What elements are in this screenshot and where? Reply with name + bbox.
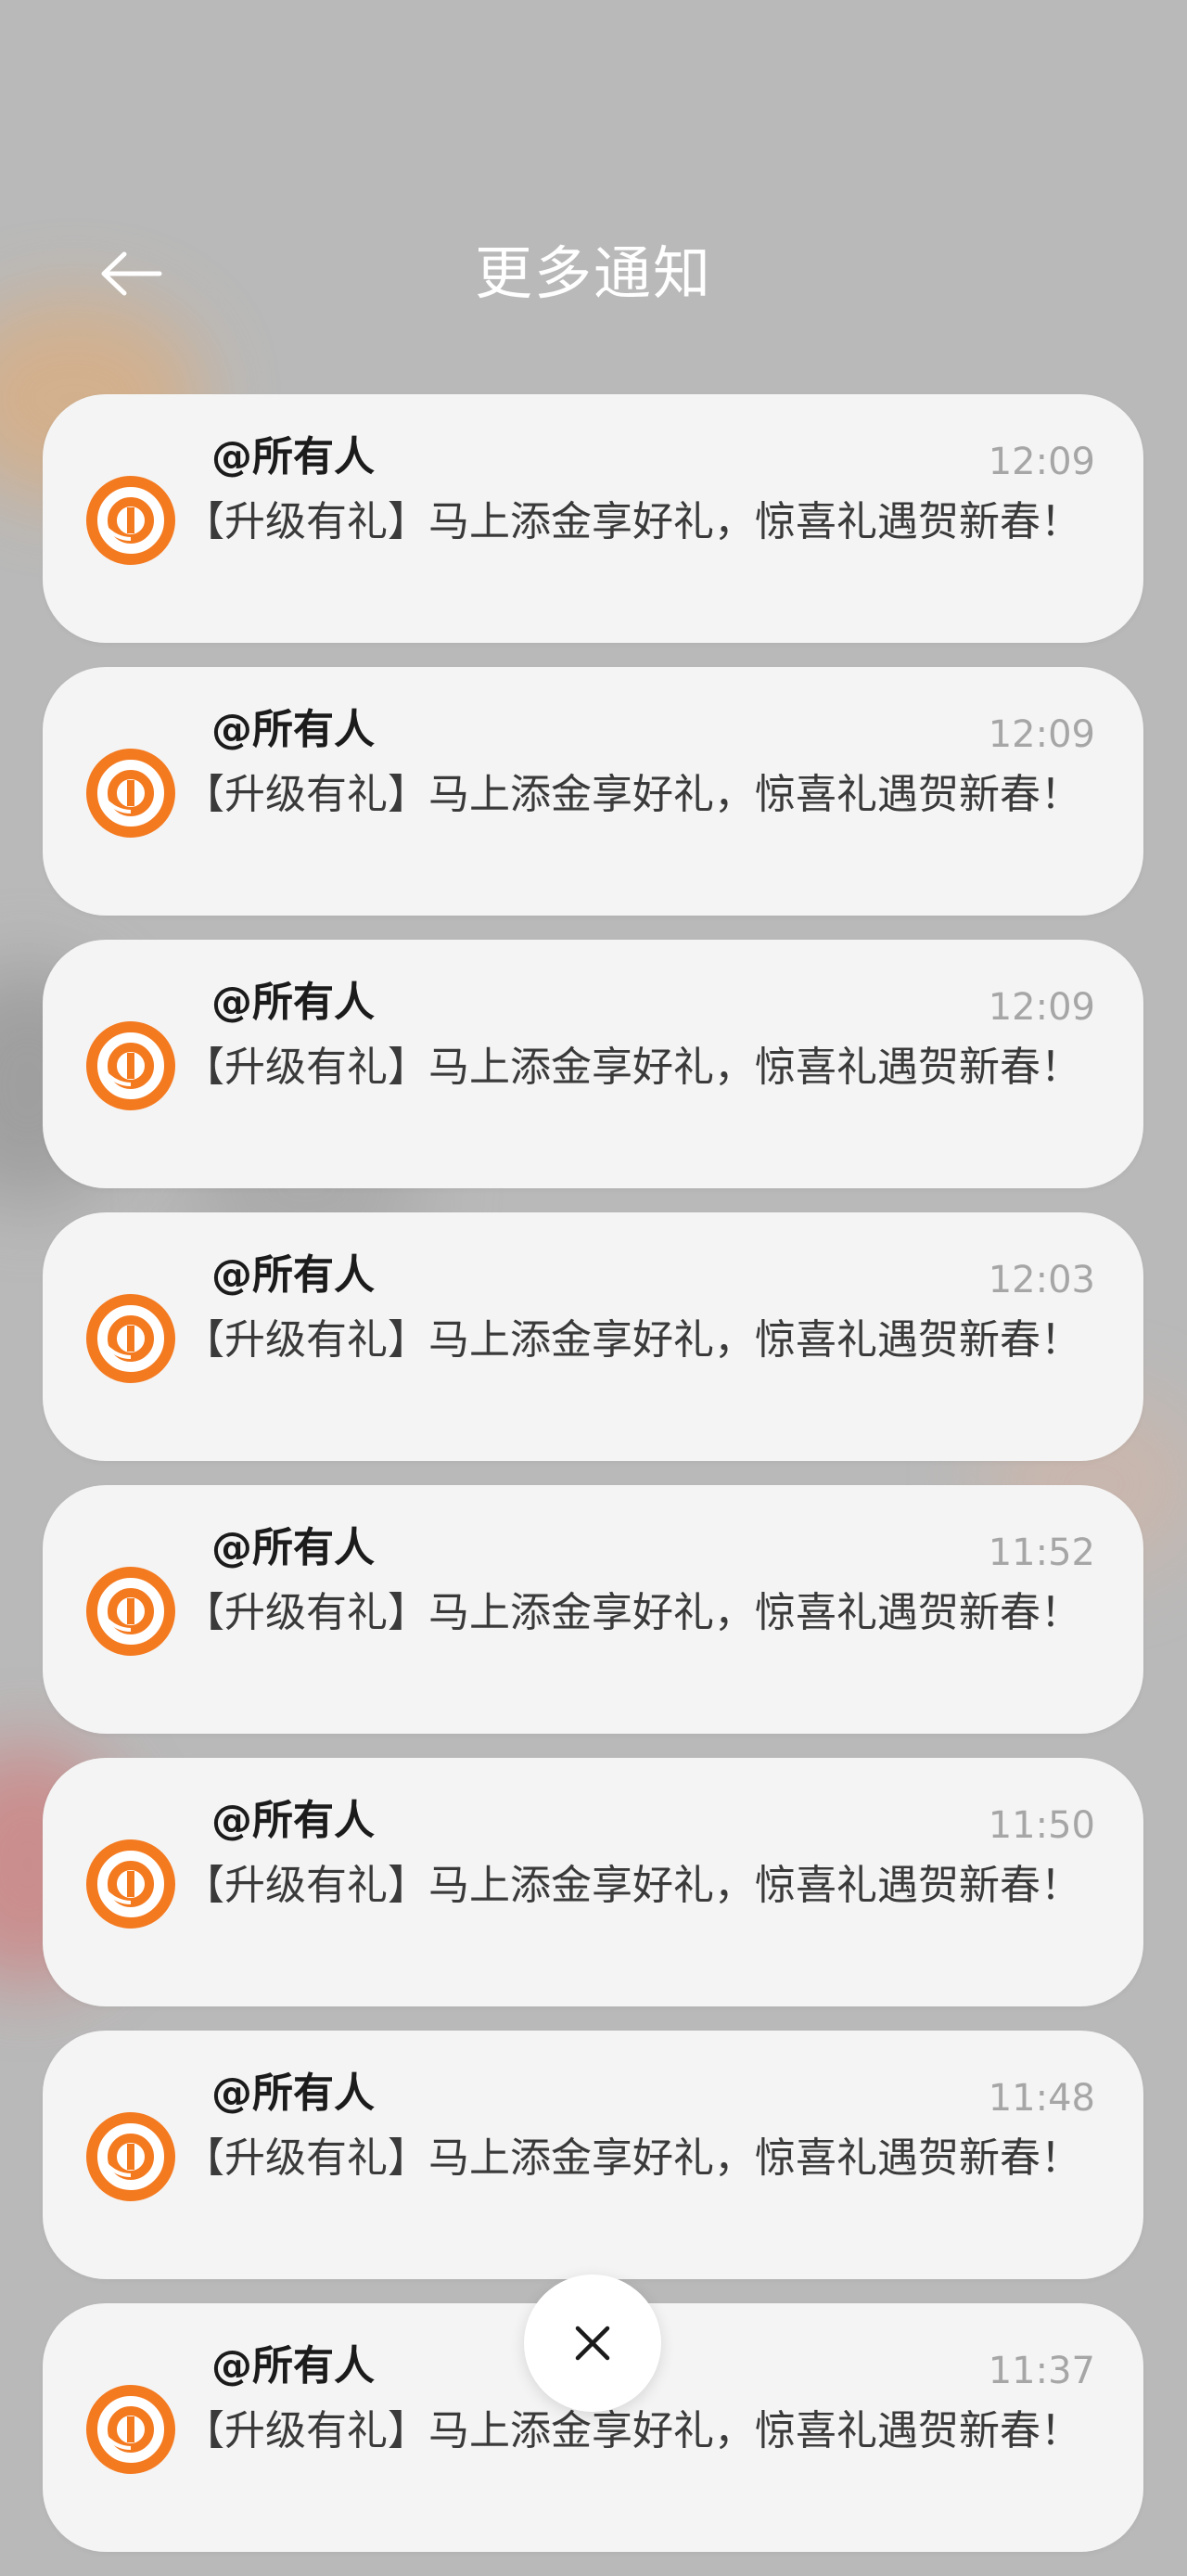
notification-time: 12:09 xyxy=(988,441,1095,483)
notification-card[interactable]: @所有人 12:09 【升级有礼】马上添金享好礼，惊喜礼遇贺新春！ xyxy=(43,394,1143,643)
app-logo-icon xyxy=(86,1021,175,1110)
notification-sender: @所有人 xyxy=(211,1251,375,1299)
app-logo-icon xyxy=(86,2112,175,2201)
app-logo-icon xyxy=(86,749,175,838)
notification-message: 【升级有礼】马上添金享好礼，惊喜礼遇贺新春！ xyxy=(184,2134,1081,2182)
notification-sender: @所有人 xyxy=(211,1524,375,1571)
notification-card[interactable]: @所有人 12:09 【升级有礼】马上添金享好礼，惊喜礼遇贺新春！ xyxy=(43,667,1143,916)
app-logo-icon xyxy=(86,2385,175,2474)
header: 更多通知 xyxy=(0,223,1187,325)
notification-card[interactable]: @所有人 11:48 【升级有礼】马上添金享好礼，惊喜礼遇贺新春！ xyxy=(43,2031,1143,2279)
close-icon xyxy=(575,2326,610,2361)
notification-time: 11:37 xyxy=(988,2350,1095,2392)
notification-time: 12:03 xyxy=(988,1259,1095,1301)
notification-sender: @所有人 xyxy=(211,2070,375,2117)
notification-sender: @所有人 xyxy=(211,979,375,1026)
notification-list: @所有人 12:09 【升级有礼】马上添金享好礼，惊喜礼遇贺新春！ @所有人 1… xyxy=(43,394,1143,2576)
app-logo-icon xyxy=(86,476,175,565)
page-title: 更多通知 xyxy=(474,239,712,307)
notification-message: 【升级有礼】马上添金享好礼，惊喜礼遇贺新春！ xyxy=(184,498,1081,545)
notification-message: 【升级有礼】马上添金享好礼，惊喜礼遇贺新春！ xyxy=(184,2407,1081,2454)
notification-sender: @所有人 xyxy=(211,2342,375,2390)
notification-time: 12:09 xyxy=(988,986,1095,1029)
notification-sender: @所有人 xyxy=(211,1797,375,1844)
notification-time: 11:52 xyxy=(988,1532,1095,1574)
notification-message: 【升级有礼】马上添金享好礼，惊喜礼遇贺新春！ xyxy=(184,1316,1081,1364)
notification-card[interactable]: @所有人 12:09 【升级有礼】马上添金享好礼，惊喜礼遇贺新春！ xyxy=(43,940,1143,1188)
notification-card[interactable]: @所有人 11:52 【升级有礼】马上添金享好礼，惊喜礼遇贺新春！ xyxy=(43,1485,1143,1734)
app-logo-icon xyxy=(86,1294,175,1383)
app-logo-icon xyxy=(86,1567,175,1656)
close-button[interactable] xyxy=(524,2275,661,2412)
notification-message: 【升级有礼】马上添金享好礼，惊喜礼遇贺新春！ xyxy=(184,1862,1081,1909)
notification-time: 11:48 xyxy=(988,2077,1095,2120)
notification-time: 12:09 xyxy=(988,713,1095,756)
notification-message: 【升级有礼】马上添金享好礼，惊喜礼遇贺新春！ xyxy=(184,771,1081,818)
notification-message: 【升级有礼】马上添金享好礼，惊喜礼遇贺新春！ xyxy=(184,1044,1081,1091)
notification-card[interactable]: @所有人 11:50 【升级有礼】马上添金享好礼，惊喜礼遇贺新春！ xyxy=(43,1758,1143,2006)
notification-sender: @所有人 xyxy=(211,706,375,753)
app-logo-icon xyxy=(86,1839,175,1929)
notification-card[interactable]: @所有人 12:03 【升级有礼】马上添金享好礼，惊喜礼遇贺新春！ xyxy=(43,1212,1143,1461)
notification-sender: @所有人 xyxy=(211,433,375,481)
notification-message: 【升级有礼】马上添金享好礼，惊喜礼遇贺新春！ xyxy=(184,1589,1081,1636)
notification-time: 11:50 xyxy=(988,1804,1095,1847)
